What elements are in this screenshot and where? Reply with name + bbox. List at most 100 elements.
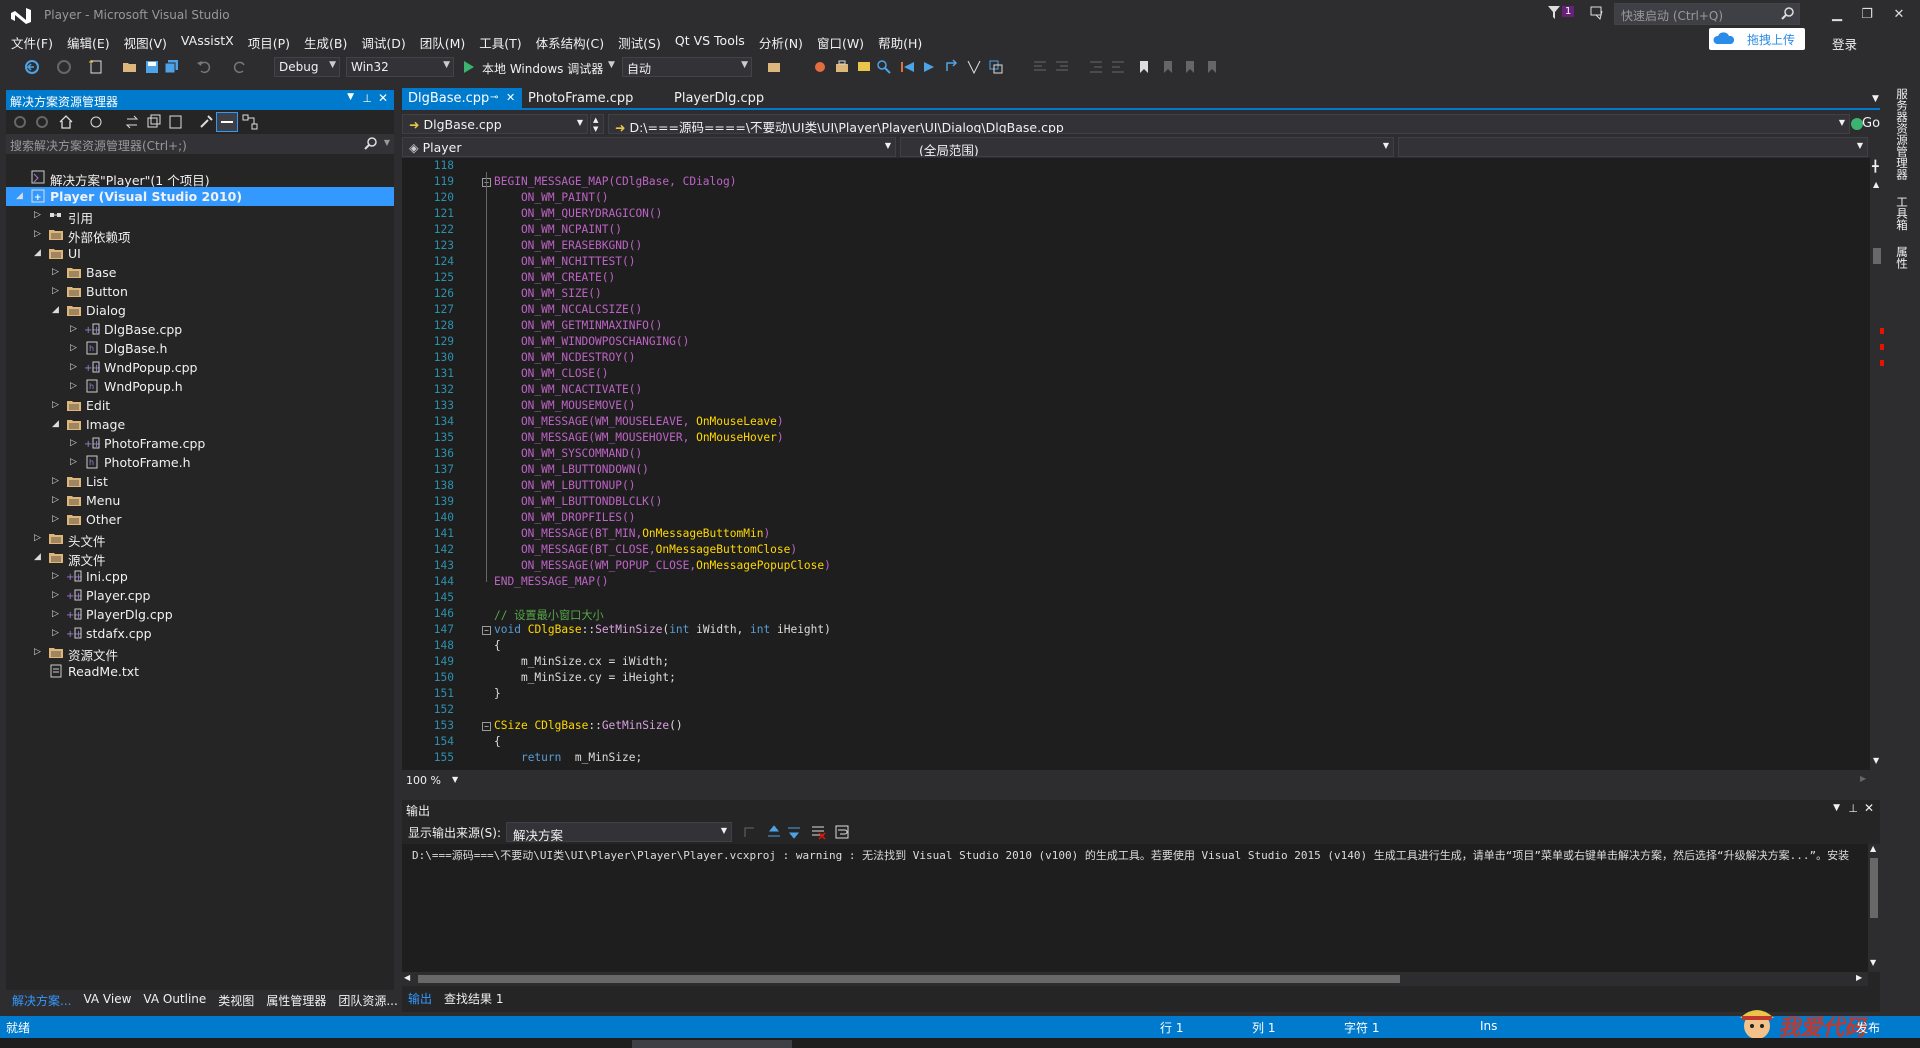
tab-photoframe-cpp[interactable]: PhotoFrame.cpp (522, 88, 672, 110)
expand-toggle-icon[interactable]: ◢ (52, 305, 62, 315)
expand-toggle-icon[interactable] (16, 172, 26, 182)
file-path-combo[interactable]: ➜ D:\===源码====\不要动\UI类\UI\Player\Player\… (608, 114, 1850, 134)
minimize-button[interactable]: ▁ (1822, 4, 1852, 26)
chevron-down-icon[interactable]: ▼ (384, 138, 390, 147)
close-button[interactable]: ✕ (1884, 4, 1914, 26)
tree-item[interactable]: 解决方案"Player"(1 个项目) (6, 168, 394, 188)
menu-team[interactable]: 团队(M) (413, 32, 473, 52)
menu-edit[interactable]: 编辑(E) (60, 32, 117, 52)
menu-tools[interactable]: 工具(T) (472, 32, 528, 52)
configuration-dropdown[interactable]: Debug ▼ (274, 57, 340, 77)
expand-toggle-icon[interactable]: ◢ (16, 191, 26, 201)
close-icon[interactable]: ✕ (378, 91, 388, 105)
pin-icon[interactable]: ⊥ (362, 92, 372, 105)
tree-item[interactable]: ▷ 外部依赖项 (6, 225, 394, 245)
tab-toolbox[interactable]: 工具箱 (1894, 196, 1910, 231)
class-diagram-icon[interactable] (242, 114, 258, 130)
menu-help[interactable]: 帮助(H) (871, 32, 929, 52)
menu-file[interactable]: 文件(F) (4, 32, 60, 52)
expand-toggle-icon[interactable]: ▷ (70, 438, 80, 448)
open-file-icon[interactable] (122, 59, 138, 75)
tree-item[interactable]: ◢ Dialog (6, 301, 394, 320)
scroll-thumb[interactable] (418, 975, 1400, 983)
tree-item[interactable]: ◢ + Player (Visual Studio 2010) (6, 187, 394, 206)
login-link[interactable]: 登录 (1832, 34, 1857, 53)
upload-button[interactable]: 拖拽上传 (1709, 28, 1805, 50)
tree-item[interactable]: ▷ ++ PlayerDlg.cpp (6, 605, 394, 624)
tree-item[interactable]: ◢ UI (6, 244, 394, 263)
save-icon[interactable] (144, 59, 160, 75)
expand-toggle-icon[interactable]: ▷ (34, 229, 44, 239)
chevron-down-icon[interactable]: ▼ (608, 60, 615, 70)
run-mode-dropdown[interactable]: 自动 ▼ (622, 57, 752, 77)
scroll-right-icon[interactable]: ▶ (1856, 973, 1862, 982)
expand-toggle-icon[interactable]: ▷ (52, 400, 62, 410)
tree-item[interactable]: ▷ Button (6, 282, 394, 301)
tree-item[interactable]: ReadMe.txt (6, 662, 394, 681)
menu-debug[interactable]: 调试(D) (354, 32, 412, 52)
build-icon[interactable] (812, 59, 828, 75)
go-to-location-icon[interactable] (742, 824, 758, 840)
back-icon[interactable] (24, 59, 40, 75)
expand-toggle-icon[interactable]: ▷ (52, 590, 62, 600)
zoom-level[interactable]: 100 % (406, 774, 441, 787)
expand-toggle-icon[interactable]: ◢ (34, 552, 44, 562)
align-left-icon[interactable] (1032, 59, 1048, 75)
platform-dropdown[interactable]: Win32 ▼ (346, 57, 454, 77)
properties-icon[interactable] (198, 114, 214, 130)
tree-item[interactable]: ▷ Edit (6, 396, 394, 415)
notification-badge[interactable]: 1 (1562, 6, 1575, 17)
tree-item[interactable]: ▷ ++ DlgBase.cpp (6, 320, 394, 339)
collapse-region-icon[interactable]: − (482, 722, 491, 731)
menu-qt-vs-tools[interactable]: Qt VS Tools (668, 32, 752, 52)
scroll-up-icon[interactable]: ▲ (1873, 180, 1879, 189)
tree-item[interactable]: ▷ h WndPopup.h (6, 377, 394, 396)
chevron-down-icon[interactable]: ▼ (347, 92, 354, 102)
tree-item[interactable]: ▷ ++ PhotoFrame.cpp (6, 434, 394, 453)
save-all-icon[interactable] (164, 59, 180, 75)
tab-solution-explorer[interactable]: 解决方案... (6, 990, 77, 1010)
expand-toggle-icon[interactable]: ▷ (52, 495, 62, 505)
toolbox-icon[interactable] (834, 59, 850, 75)
chevron-down-icon[interactable]: ▼ (1833, 803, 1840, 813)
sync-icon[interactable] (124, 114, 140, 130)
indent-icon[interactable] (1088, 59, 1104, 75)
scroll-right-icon[interactable]: ▶ (1860, 774, 1866, 783)
project-combo[interactable]: ◈ Player ▼ (402, 137, 896, 157)
pending-changes-icon[interactable] (88, 114, 104, 130)
chevron-down-icon[interactable]: ▼ (1872, 94, 1879, 104)
chevron-down-icon[interactable]: ▼ (452, 775, 458, 784)
menu-build[interactable]: 生成(B) (297, 32, 354, 52)
expand-toggle-icon[interactable]: ▷ (52, 286, 62, 296)
collapse-all-icon[interactable] (146, 114, 162, 130)
expand-toggle-icon[interactable]: ▷ (52, 609, 62, 619)
close-icon[interactable]: ✕ (506, 91, 515, 104)
tree-item[interactable]: ▷ ++ Player.cpp (6, 586, 394, 605)
tab-team-explorer[interactable]: 团队资源... (332, 990, 403, 1010)
code-editor[interactable]: 118119−BEGIN_MESSAGE_MAP(CDlgBase, CDial… (402, 158, 1870, 770)
menu-project[interactable]: 项目(P) (241, 32, 297, 52)
outdent-icon[interactable] (1110, 59, 1126, 75)
tree-item[interactable]: ▷ h DlgBase.h (6, 339, 394, 358)
tree-item[interactable]: ▷ 引用 (6, 206, 394, 226)
restore-button[interactable]: ❐ (1852, 4, 1882, 26)
quick-launch-input[interactable]: 快速启动 (Ctrl+Q) (1614, 3, 1800, 25)
forward-icon[interactable] (56, 59, 72, 75)
undo-icon[interactable] (196, 59, 212, 75)
home-icon[interactable] (58, 114, 74, 130)
tree-item[interactable]: ◢ 源文件 (6, 548, 394, 568)
feedback-icon[interactable] (1590, 6, 1606, 20)
word-wrap-icon[interactable] (834, 824, 850, 840)
refactor-icon[interactable] (988, 59, 1004, 75)
tree-item[interactable]: ▷ 资源文件 (6, 643, 394, 663)
solution-explorer-search[interactable]: 搜索解决方案资源管理器(Ctrl+;) ▼ (6, 134, 394, 154)
close-icon[interactable]: ✕ (1864, 801, 1874, 815)
scroll-left-icon[interactable]: ◀ (404, 973, 410, 982)
expand-toggle-icon[interactable]: ▷ (34, 210, 44, 220)
redo-icon[interactable] (232, 59, 248, 75)
output-text[interactable]: D:\===源码===\不要动\UI类\UI\Player\Player\Pla… (402, 844, 1880, 972)
menu-vassistx[interactable]: VAssistX (174, 32, 241, 52)
editor-vertical-scrollbar[interactable]: ╋ ▲ ▼ (1870, 158, 1884, 770)
next-message-icon[interactable] (786, 824, 802, 840)
tab-va-view[interactable]: VA View (77, 990, 137, 1010)
